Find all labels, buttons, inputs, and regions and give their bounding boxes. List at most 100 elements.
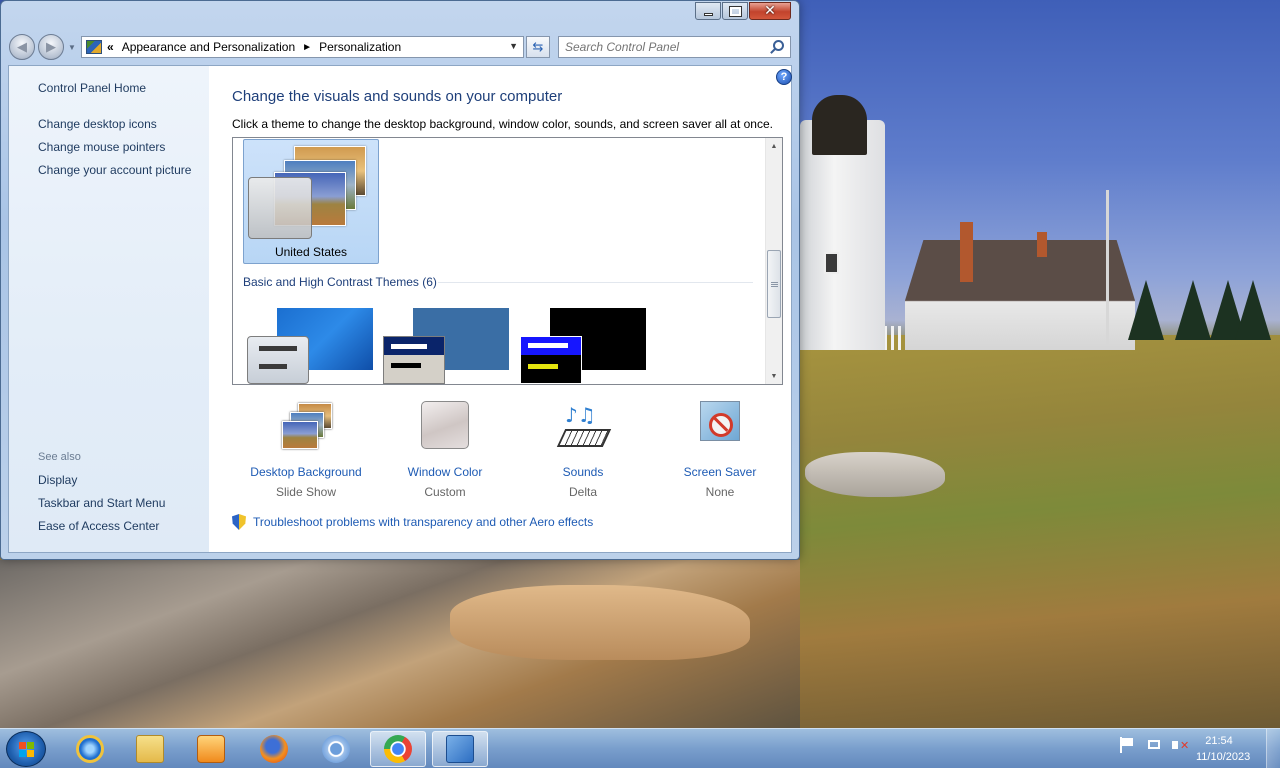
control-panel-icon [86,40,102,54]
scroll-up-icon[interactable]: ▲ [766,138,782,154]
wallpaper-flagpole [1106,190,1109,345]
volume-muted-icon[interactable]: ✕ [1172,737,1189,753]
taskbar-media-player[interactable] [183,731,239,767]
desktop-background-setting[interactable]: Desktop Background Slide Show [241,403,371,499]
taskbar-internet-explorer[interactable] [62,731,118,767]
breadcrumb-personalization[interactable]: Personalization [319,40,401,54]
breadcrumb-separator[interactable]: ► [302,42,312,53]
theme-name: United States [274,245,348,259]
theme-swatch-line [391,363,421,368]
change-account-picture-link[interactable]: Change your account picture [38,163,191,177]
theme-swatch-line [259,364,287,369]
forward-arrow-icon: ▶ [46,39,56,54]
scroll-down-icon[interactable]: ▼ [766,368,782,384]
show-desktop-button[interactable] [1266,729,1280,768]
clock-date: 11/10/2023 [1196,751,1251,763]
chrome-icon [384,735,412,763]
scrollbar-thumb[interactable] [767,250,781,318]
sounds-icon: ♪♫ [553,403,613,453]
screen-saver-link[interactable]: Screen Saver [655,465,785,479]
theme-glass-swatch [247,336,309,384]
display-link[interactable]: Display [38,473,77,487]
change-desktop-icons-link[interactable]: Change desktop icons [38,117,157,131]
window-color-value: Custom [424,485,466,499]
desktop-background-icon [276,403,336,453]
uac-shield-icon [232,514,246,530]
basic-themes-heading: Basic and High Contrast Themes (6) [243,275,437,289]
main-content: ? Change the visuals and sounds on your … [209,66,792,552]
notification-area: ✕ [1120,737,1189,753]
taskbar-firefox[interactable] [246,731,302,767]
wallpaper-lighthouse-lamp [812,95,867,155]
troubleshoot-aero-link[interactable]: Troubleshoot problems with transparency … [253,515,593,529]
change-mouse-pointers-link[interactable]: Change mouse pointers [38,140,165,154]
desktop-background-value: Slide Show [275,485,337,499]
sounds-value: Delta [568,485,597,499]
control-panel-home-link[interactable]: Control Panel Home [38,81,146,95]
address-bar[interactable]: « Appearance and Personalization ► Perso… [81,36,524,58]
screen-saver-setting[interactable]: Screen Saver None [655,401,785,499]
screen-saver-value: None [705,485,735,499]
task-pane: Control Panel Home Change desktop icons … [9,66,209,552]
see-also-heading: See also [38,451,81,463]
minimize-icon [703,12,713,16]
firefox-icon [260,735,288,763]
refresh-button[interactable]: ⇆ [526,36,550,58]
forward-button[interactable]: ▶ [38,34,64,60]
recent-pages-dropdown[interactable]: ▼ [68,43,76,52]
wallpaper-hill [800,335,1280,728]
maximize-icon [728,5,742,17]
media-player-icon [197,735,225,763]
page-title: Change the visuals and sounds on your co… [232,88,563,105]
back-button[interactable]: ◀ [9,34,35,60]
refresh-icon: ⇆ [532,39,544,54]
close-button[interactable]: ✕ [749,2,791,20]
maximize-button[interactable] [722,2,748,20]
window-controls: ✕ [694,2,791,20]
network-icon[interactable] [1146,737,1162,753]
themes-scrollbar[interactable]: ▲ ▼ [765,138,782,384]
wallpaper-chimney [960,222,973,282]
sounds-setting[interactable]: ♪♫ Sounds Delta [518,403,648,499]
action-center-flag-icon[interactable] [1120,737,1136,753]
chromium-icon [322,735,350,763]
breadcrumb-appearance[interactable]: Appearance and Personalization [122,40,295,54]
theme-glass-swatch [248,177,312,239]
taskbar-chromium[interactable] [308,731,364,767]
sounds-link[interactable]: Sounds [518,465,648,479]
wallpaper-tree [1235,280,1271,340]
desktop-background-link[interactable]: Desktop Background [241,465,371,479]
search-icon[interactable] [773,40,784,51]
taskbar-windows-explorer[interactable] [122,731,178,767]
help-icon[interactable]: ? [776,69,792,85]
theme-preview [248,144,372,240]
windows-logo-icon [19,742,35,758]
breadcrumb-overflow[interactable]: « [107,40,114,54]
start-button[interactable] [6,731,46,767]
window-color-setting[interactable]: Window Color Custom [380,401,510,499]
address-dropdown-icon[interactable]: ▼ [509,41,518,51]
clock-time: 21:54 [1205,735,1233,747]
close-icon: ✕ [764,3,776,19]
ease-of-access-link[interactable]: Ease of Access Center [38,519,159,533]
control-panel-icon [446,735,474,763]
window-color-link[interactable]: Window Color [380,465,510,479]
back-arrow-icon: ◀ [17,39,27,54]
theme-swatch-line [259,346,297,351]
taskbar: ✕ 21:54 11/10/2023 [0,728,1280,768]
taskbar-google-chrome[interactable] [370,731,426,767]
theme-swatch-line [528,364,558,369]
search-box [558,36,791,58]
search-input[interactable] [565,40,765,54]
taskbar-start-menu-link[interactable]: Taskbar and Start Menu [38,496,165,510]
wallpaper-rock [805,452,945,497]
system-clock[interactable]: 21:54 11/10/2023 [1196,733,1251,765]
navigation-bar: ◀ ▶ ▼ « Appearance and Personalization ►… [9,33,791,61]
theme-item-united-states[interactable]: United States [243,139,379,264]
client-area: Control Panel Home Change desktop icons … [8,65,792,553]
minimize-button[interactable] [695,2,721,20]
theme-swatch-line [391,344,427,349]
taskbar-control-panel[interactable] [432,731,488,767]
theme-swatch-line [528,343,568,348]
wallpaper-lighthouse-window [824,252,839,274]
